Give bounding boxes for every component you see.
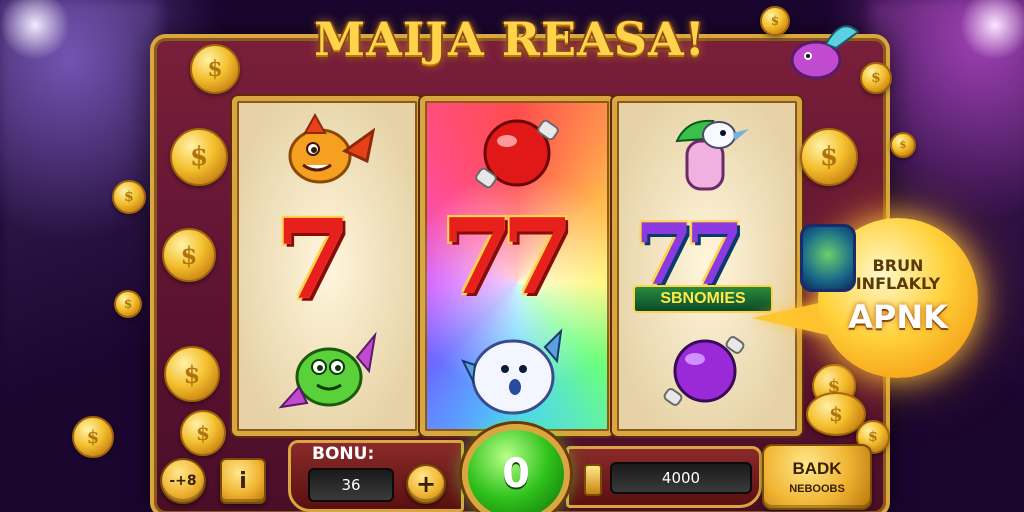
reel-1: 7 [232, 96, 422, 436]
credit-value-field: 4000 [610, 462, 752, 494]
gold-coin-icon: $ [190, 44, 240, 94]
gold-coin-icon: $ [860, 62, 892, 94]
gold-coin-icon: $ [72, 416, 114, 458]
reel-3: 77 SBNOMIES [612, 96, 802, 436]
promo-bubble[interactable]: BRUN INFLAKLY APNK [800, 218, 978, 378]
orange-fish-icon [288, 112, 375, 184]
green-fish-icon [279, 331, 377, 409]
gold-coin-icon: $ [800, 128, 858, 186]
red-seven: 7 [275, 195, 352, 324]
gold-coin-icon: $ [112, 180, 146, 214]
bonus-label: BONU: [312, 444, 375, 464]
white-ghost-icon [461, 328, 563, 415]
gold-coin-icon: $ [164, 346, 220, 402]
plus-button[interactable]: + [406, 464, 446, 504]
red-double-seven: 77 [441, 195, 574, 318]
app-icon [800, 224, 856, 292]
back-button-sublabel: NEBOOBS [789, 483, 845, 495]
gold-coin-icon: $ [180, 410, 226, 456]
gold-coin-icon: $ [890, 132, 916, 158]
red-bottle-icon [475, 119, 559, 189]
purple-bottle-icon [663, 336, 745, 406]
game-title: MAIJA REASA! [314, 12, 706, 66]
gold-coin-icon: $ [162, 228, 216, 282]
bet-round-button[interactable]: -+8 [160, 458, 206, 504]
back-button-label: BADK [792, 459, 842, 478]
reel-2: 77 [420, 96, 614, 436]
game-stage: MAIJA REASA! 7 77 77 SBNOMIES $ $ $ $ $ … [0, 0, 1024, 512]
gold-coin-icon: $ [114, 290, 142, 318]
coin-stack-icon [584, 464, 602, 496]
purple-bird-icon [790, 25, 860, 80]
bird-icon [675, 119, 749, 191]
gold-coin-icon: $ [170, 128, 228, 186]
info-button[interactable]: i [220, 458, 266, 504]
promo-line-3: APNK [848, 298, 948, 336]
back-button[interactable]: BADK NEBOOBS [762, 444, 872, 510]
bonus-value-field: 36 [308, 468, 394, 502]
